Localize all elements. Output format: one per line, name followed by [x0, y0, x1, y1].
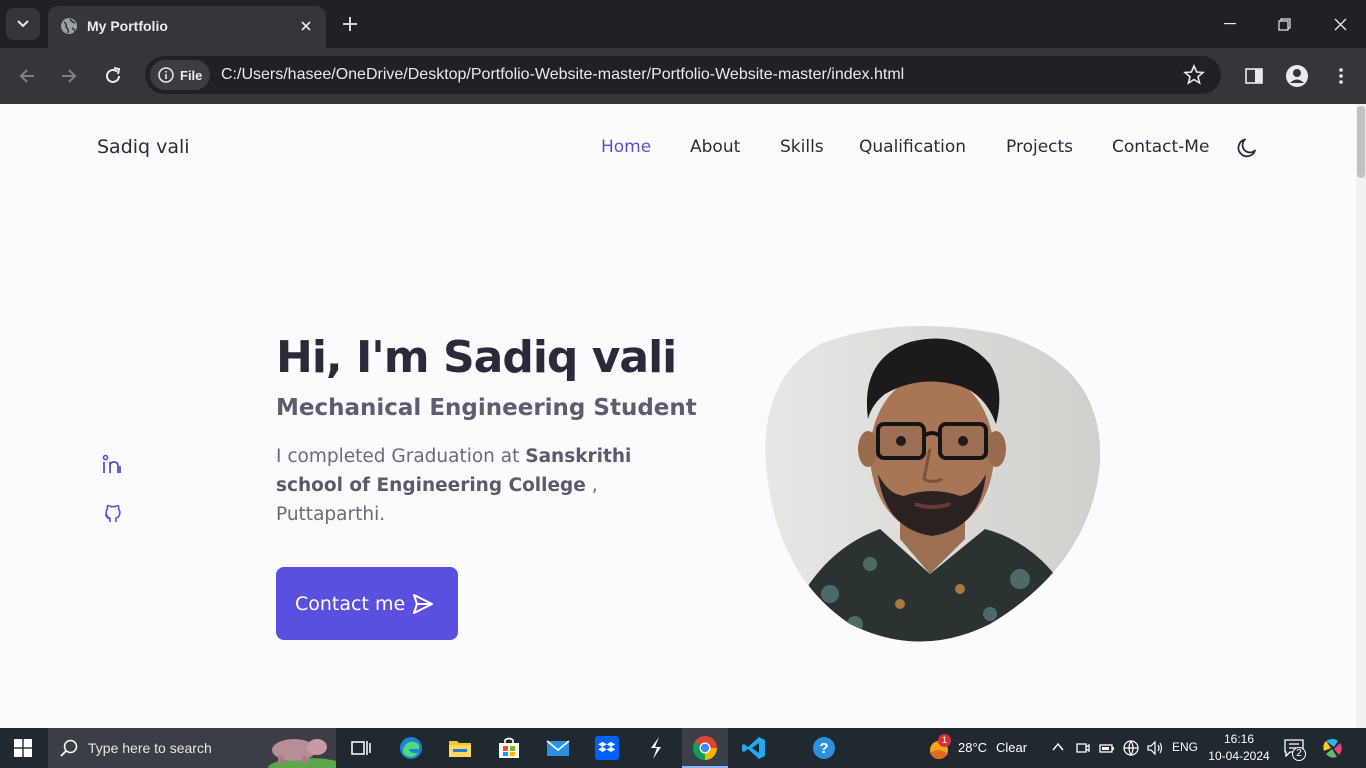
- weather-temp[interactable]: 28°C: [958, 740, 987, 755]
- chevron-up-icon[interactable]: [1052, 742, 1064, 752]
- browser-toolbar: File C:/Users/hasee/OneDrive/Desktop/Por…: [0, 48, 1366, 104]
- hippo-illustration-icon: [268, 739, 336, 768]
- help-icon[interactable]: ?: [811, 735, 837, 761]
- close-icon: [1334, 18, 1346, 30]
- reload-icon: [106, 67, 121, 83]
- tab-search-button[interactable]: [6, 8, 40, 40]
- taskbar-search-box[interactable]: Type here to search: [48, 728, 336, 768]
- battery-icon[interactable]: [1099, 740, 1115, 756]
- chevron-down-icon: [17, 20, 29, 28]
- taskbar-clock[interactable]: 16:16 10-04-2024: [1204, 731, 1274, 765]
- nav-home[interactable]: Home: [601, 137, 651, 157]
- search-icon: [60, 739, 78, 757]
- weather-condition[interactable]: Clear: [996, 740, 1027, 755]
- app-s-icon[interactable]: [643, 735, 669, 761]
- browser-tab[interactable]: My Portfolio: [48, 6, 326, 48]
- restore-icon: [1277, 17, 1291, 31]
- tab-title: My Portfolio: [87, 18, 168, 34]
- new-tab-button[interactable]: [338, 12, 362, 36]
- dropbox-icon[interactable]: [594, 735, 620, 761]
- minimize-icon: [1224, 23, 1236, 25]
- portfolio-page: Sadiq vali Home About Skills Qualificati…: [0, 104, 1356, 728]
- page-scrollbar[interactable]: [1356, 104, 1366, 728]
- network-icon[interactable]: [1123, 740, 1139, 756]
- hero-subtitle: Mechanical Engineering Student: [276, 395, 697, 421]
- file-explorer-icon[interactable]: [447, 735, 473, 761]
- clock-time: 16:16: [1223, 732, 1255, 746]
- desc-prefix: I completed Graduation at: [276, 446, 526, 467]
- site-logo[interactable]: Sadiq vali: [97, 136, 190, 158]
- clock-date: 10-04-2024: [1208, 749, 1270, 763]
- side-panel-icon: [1245, 68, 1263, 84]
- reload-button[interactable]: [99, 62, 127, 90]
- windows-start-icon[interactable]: [14, 739, 32, 757]
- send-icon: [413, 593, 434, 614]
- vscode-icon[interactable]: [741, 735, 767, 761]
- browser-tab-bar: My Portfolio: [0, 0, 1366, 48]
- close-window-button[interactable]: [1328, 12, 1352, 36]
- site-info-chip[interactable]: File: [150, 60, 210, 90]
- moon-icon[interactable]: [1235, 136, 1259, 160]
- side-panel-button[interactable]: [1240, 62, 1268, 90]
- nav-about[interactable]: About: [690, 137, 740, 157]
- tab-close-button[interactable]: [296, 16, 316, 36]
- plus-icon: [343, 17, 357, 31]
- taskbar-search-placeholder: Type here to search: [88, 740, 212, 756]
- hero-title: Hi, I'm Sadiq vali: [276, 332, 677, 383]
- contact-me-button[interactable]: Contact me: [276, 567, 458, 640]
- url-text: C:/Users/hasee/OneDrive/Desktop/Portfoli…: [221, 66, 905, 83]
- weather-badge: 1: [938, 734, 951, 747]
- close-icon: [301, 21, 311, 31]
- kebab-menu-icon: [1339, 68, 1343, 84]
- edge-icon[interactable]: [398, 735, 424, 761]
- scrollbar-thumb[interactable]: [1357, 106, 1365, 178]
- arrow-left-icon: [19, 69, 34, 83]
- nav-qualification[interactable]: Qualification: [859, 137, 966, 157]
- profile-icon: [1286, 65, 1308, 87]
- nav-projects[interactable]: Projects: [1006, 137, 1073, 157]
- github-icon[interactable]: [102, 502, 124, 524]
- profile-photo: [765, 326, 1101, 642]
- mail-icon[interactable]: [545, 735, 571, 761]
- nav-skills[interactable]: Skills: [780, 137, 824, 157]
- arrow-right-icon: [62, 69, 77, 83]
- linkedin-icon[interactable]: [102, 454, 124, 476]
- copilot-icon[interactable]: [1322, 737, 1344, 759]
- notification-count: 2: [1292, 747, 1306, 761]
- nav-contact-me[interactable]: Contact-Me: [1112, 137, 1209, 157]
- restore-button[interactable]: [1272, 12, 1296, 36]
- hero-description: I completed Graduation at Sanskrithi sch…: [276, 442, 676, 529]
- windows-taskbar: Type here to search ? 1 28°C Clear ENG 1…: [0, 728, 1366, 768]
- svg-text:?: ?: [819, 740, 828, 757]
- chrome-icon[interactable]: [692, 735, 718, 761]
- language-indicator[interactable]: ENG: [1172, 740, 1198, 754]
- address-bar[interactable]: File C:/Users/hasee/OneDrive/Desktop/Por…: [145, 56, 1221, 94]
- menu-button[interactable]: [1327, 62, 1355, 90]
- meet-now-icon[interactable]: [1075, 740, 1091, 756]
- minimize-button[interactable]: [1218, 12, 1242, 36]
- back-button[interactable]: [13, 62, 41, 90]
- globe-icon: [61, 18, 77, 34]
- site-chip-label: File: [180, 67, 203, 83]
- forward-button[interactable]: [55, 62, 83, 90]
- task-view-icon[interactable]: [348, 735, 374, 761]
- profile-button[interactable]: [1283, 62, 1311, 90]
- volume-icon[interactable]: [1146, 740, 1164, 756]
- contact-me-label: Contact me: [295, 592, 406, 615]
- info-icon: [158, 67, 174, 83]
- microsoft-store-icon[interactable]: [496, 735, 522, 761]
- bookmark-star-icon[interactable]: [1183, 64, 1205, 86]
